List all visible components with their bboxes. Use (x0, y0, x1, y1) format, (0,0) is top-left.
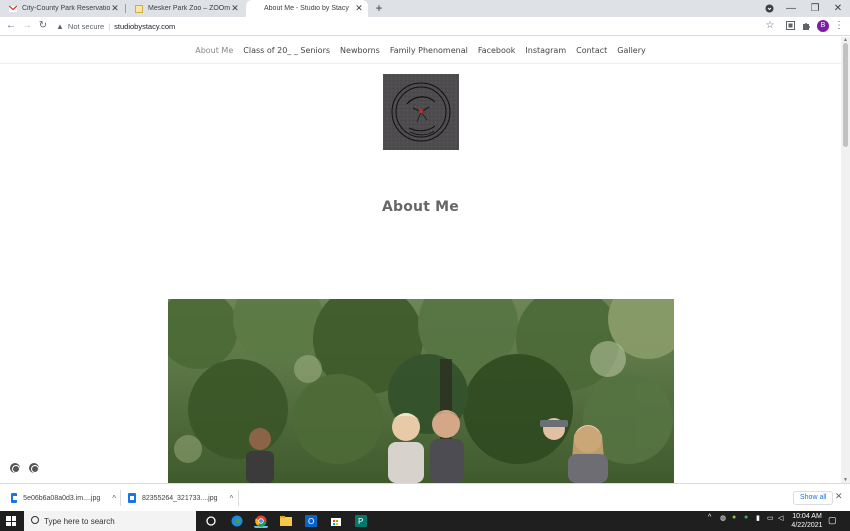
publisher-icon[interactable]: P (354, 514, 368, 528)
profile-avatar[interactable]: B (817, 20, 829, 32)
taskbar-clock[interactable]: 10:04 AM 4/22/2021 (790, 512, 824, 530)
nav-newborns[interactable]: Newborns (335, 46, 385, 55)
nav-gallery[interactable]: Gallery (612, 46, 651, 55)
page-viewport: About Me Class of 20_ _ Seniors Newborns… (0, 37, 841, 483)
tab-about-me[interactable]: About Me - Studio by Stacy ✕ (246, 0, 368, 17)
battery-icon[interactable]: ▮ (756, 514, 760, 522)
downloads-bar: 5e06b6a08a0d3.im....jpg ^ 82355264_32173… (0, 483, 850, 511)
hero-family-photo (168, 299, 674, 483)
show-all-downloads-button[interactable]: Show all (793, 491, 834, 505)
tray-chevron-icon[interactable]: ^ (708, 514, 711, 521)
page-scrollbar[interactable]: ▲ ▼ (841, 37, 850, 483)
tab-close-icon[interactable]: ✕ (110, 3, 120, 14)
tab-mesker-zoo[interactable]: Mesker Park Zoo – ZOOm a ZOO ✕ (126, 0, 244, 17)
site-nav: About Me Class of 20_ _ Seniors Newborns… (0, 37, 841, 64)
back-icon[interactable]: ← (4, 19, 18, 33)
forward-icon[interactable]: → (20, 19, 34, 33)
image-file-icon (11, 493, 18, 503)
image-file-icon (128, 493, 136, 503)
site-logo[interactable] (383, 74, 459, 150)
browser-toolbar: ← → ↻ ▲ Not secure | studiobystacy.com ☆… (0, 17, 850, 36)
nav-facebook[interactable]: Facebook (473, 46, 521, 55)
social-circle-icon[interactable] (10, 463, 20, 473)
file-explorer-icon[interactable] (279, 514, 293, 528)
store-icon[interactable] (329, 514, 343, 528)
volume-icon[interactable]: ◁ (778, 514, 783, 522)
search-icon (31, 516, 39, 524)
scrollbar-thumb[interactable] (843, 43, 848, 147)
floating-social-icons (10, 463, 39, 473)
tab-park-reservations[interactable]: City-County Park Reservations - E ✕ (0, 0, 124, 17)
nav-seniors[interactable]: Class of 20_ _ Seniors (238, 46, 335, 55)
notifications-icon[interactable]: ▢ (828, 515, 837, 526)
nav-about-me[interactable]: About Me (190, 46, 238, 55)
close-downloads-icon[interactable]: ✕ (835, 491, 843, 502)
gmail-icon (8, 5, 18, 13)
tab-close-icon[interactable]: ✕ (354, 3, 364, 14)
bookmark-star-icon[interactable]: ☆ (763, 19, 777, 33)
browser-tab-strip: City-County Park Reservations - E ✕ Mesk… (0, 0, 850, 17)
restore-icon[interactable]: ❐ (804, 0, 826, 17)
minimize-icon[interactable]: — (780, 0, 802, 17)
menu-kebab-icon[interactable]: ⋮ (832, 19, 846, 33)
nav-family-phenomenal[interactable]: Family Phenomenal (385, 46, 473, 55)
chrome-icon[interactable] (254, 514, 268, 528)
svg-text:P: P (358, 517, 363, 526)
taskbar-search-box[interactable]: Type here to search (24, 511, 196, 531)
page-icon (135, 4, 143, 13)
edge-icon[interactable] (230, 514, 244, 528)
extension-icon[interactable] (783, 19, 797, 33)
tab-search-icon[interactable] (758, 0, 780, 17)
nav-instagram[interactable]: Instagram (520, 46, 571, 55)
social-circle-icon[interactable] (29, 463, 39, 473)
tray-app-icon[interactable]: ● (744, 514, 748, 521)
download-item[interactable]: 82355264_321733....jpg ^ (128, 490, 236, 506)
tray-app-icon[interactable]: ● (732, 514, 736, 521)
address-bar[interactable]: ▲ Not secure | studiobystacy.com (56, 19, 776, 34)
download-item[interactable]: 5e06b6a08a0d3.im....jpg ^ (11, 490, 116, 506)
chevron-up-icon[interactable]: ^ (112, 494, 116, 503)
outlook-icon[interactable]: O (304, 514, 318, 528)
chevron-up-icon[interactable]: ^ (230, 494, 234, 503)
page-title: About Me (381, 199, 460, 215)
svg-text:O: O (308, 517, 314, 526)
tray-app-icon[interactable]: ◍ (720, 514, 726, 522)
extensions-puzzle-icon[interactable] (799, 19, 813, 33)
tab-close-icon[interactable]: ✕ (230, 3, 240, 14)
network-icon[interactable]: ▭ (767, 514, 774, 522)
reload-icon[interactable]: ↻ (36, 19, 50, 33)
new-tab-button[interactable]: + (372, 1, 386, 15)
nav-contact[interactable]: Contact (571, 46, 612, 55)
window-close-icon[interactable]: ✕ (827, 0, 849, 17)
warning-icon: ▲ (56, 22, 64, 31)
windows-start-icon[interactable] (6, 516, 16, 526)
windows-taskbar: Type here to search O P ^ ◍ ● ● ▮ ▭ ◁ 10… (0, 511, 850, 531)
cortana-icon[interactable] (204, 514, 218, 528)
